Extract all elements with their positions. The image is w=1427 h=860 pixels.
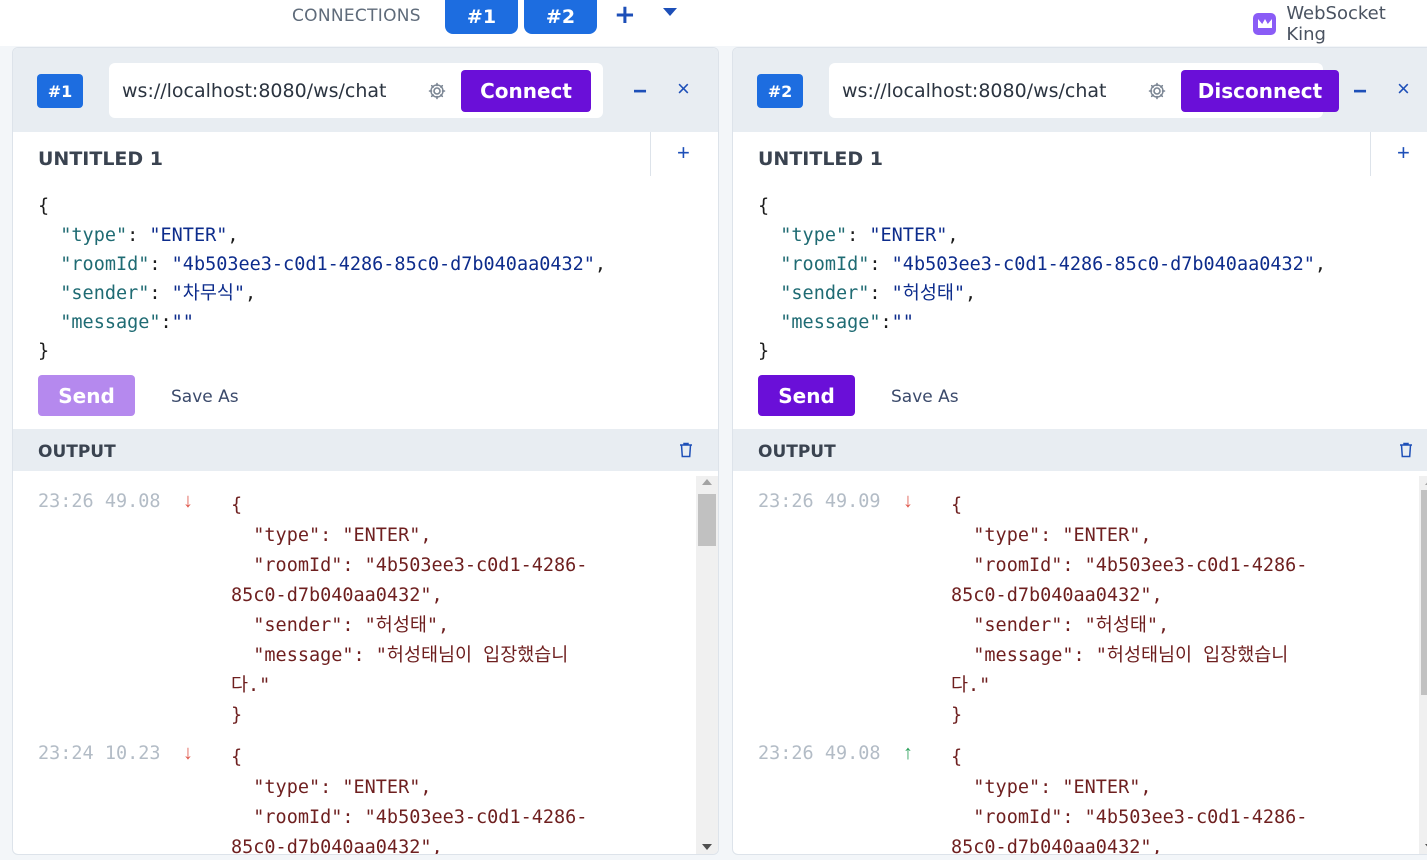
log-message: { "type": "ENTER", "roomId": "4b503ee3-c…: [231, 495, 588, 726]
add-message-button[interactable]: +: [1397, 140, 1410, 166]
log-timestamp: 23:26 49.08: [758, 743, 881, 764]
direction-arrow-icon: ↓: [183, 490, 193, 512]
top-bar: CONNECTIONS #1 #2 + WebSocket King: [0, 0, 1427, 46]
tab-connection-2[interactable]: #2: [524, 0, 597, 34]
trash-icon[interactable]: [1399, 442, 1413, 458]
direction-arrow-icon: ↓: [903, 490, 913, 512]
save-as-button[interactable]: Save As: [171, 387, 239, 407]
close-button[interactable]: ×: [677, 76, 690, 102]
divider: [650, 132, 651, 176]
connection-badge: #2: [757, 74, 803, 108]
add-message-button[interactable]: +: [677, 140, 690, 166]
tab-connection-1[interactable]: #1: [445, 0, 518, 34]
log-timestamp: 23:26 49.09: [758, 491, 881, 512]
trash-icon[interactable]: [679, 442, 693, 458]
minimize-button[interactable]: −: [633, 78, 647, 106]
output-log: 23:26 49.08 ↓ { "type": "ENTER", "roomId…: [13, 471, 718, 855]
connections-label: CONNECTIONS: [292, 6, 421, 26]
connection-bar: #1 ws://localhost:8080/ws/chat Connect −…: [13, 48, 718, 132]
log-message: { "type": "ENTER", "roomId": "4b503ee3-c…: [951, 747, 1308, 855]
scroll-down-icon[interactable]: [702, 844, 712, 850]
chevron-down-icon[interactable]: [663, 8, 677, 16]
output-title: OUTPUT: [38, 442, 116, 462]
scroll-up-icon[interactable]: [702, 479, 712, 485]
gear-icon[interactable]: [427, 81, 447, 101]
save-as-button[interactable]: Save As: [891, 387, 959, 407]
close-button[interactable]: ×: [1397, 76, 1410, 102]
log-message: { "type": "ENTER", "roomId": "4b503ee3-c…: [951, 495, 1308, 726]
direction-arrow-icon: ↑: [903, 742, 913, 764]
connect-toggle-button[interactable]: Connect: [461, 70, 591, 112]
url-box: ws://localhost:8080/ws/chat Disconnect: [829, 63, 1339, 118]
send-button[interactable]: Send: [38, 375, 135, 416]
minimize-button[interactable]: −: [1353, 78, 1367, 106]
message-title[interactable]: UNTITLED 1: [758, 148, 883, 170]
connection-badge: #1: [37, 74, 83, 108]
log-timestamp: 23:24 10.23: [38, 743, 161, 764]
output-title: OUTPUT: [758, 442, 836, 462]
message-editor[interactable]: { "type": "ENTER", "roomId": "4b503ee3-c…: [758, 192, 1326, 366]
url-box: ws://localhost:8080/ws/chat Connect: [109, 63, 603, 118]
message-editor[interactable]: { "type": "ENTER", "roomId": "4b503ee3-c…: [38, 192, 606, 366]
message-header: UNTITLED 1 +: [13, 132, 718, 180]
brand-name: WebSocket King: [1286, 3, 1386, 45]
connection-panel-1: #1 ws://localhost:8080/ws/chat Connect −…: [12, 47, 719, 855]
divider: [1370, 132, 1371, 176]
output-scrollbar[interactable]: [1419, 476, 1427, 854]
connection-bar: #2 ws://localhost:8080/ws/chat Disconnec…: [733, 48, 1427, 132]
url-input[interactable]: ws://localhost:8080/ws/chat: [122, 80, 390, 102]
output-scrollbar[interactable]: [696, 476, 718, 854]
add-connection-button[interactable]: +: [614, 0, 636, 30]
brand: WebSocket King: [1253, 3, 1427, 45]
scroll-thumb[interactable]: [698, 494, 716, 546]
message-title[interactable]: UNTITLED 1: [38, 148, 163, 170]
log-timestamp: 23:26 49.08: [38, 491, 161, 512]
output-header: OUTPUT: [13, 429, 718, 471]
connect-toggle-button[interactable]: Disconnect: [1181, 70, 1339, 112]
output-header: OUTPUT: [733, 429, 1427, 471]
direction-arrow-icon: ↓: [183, 742, 193, 764]
log-message: { "type": "ENTER", "roomId": "4b503ee3-c…: [231, 747, 588, 855]
url-input[interactable]: ws://localhost:8080/ws/chat: [842, 80, 1110, 102]
message-header: UNTITLED 1 +: [733, 132, 1427, 180]
send-button[interactable]: Send: [758, 375, 855, 416]
gear-icon[interactable]: [1147, 81, 1167, 101]
scroll-thumb[interactable]: [1421, 490, 1427, 695]
output-log: 23:26 49.09 ↓ { "type": "ENTER", "roomId…: [733, 471, 1427, 855]
connection-panel-2: #2 ws://localhost:8080/ws/chat Disconnec…: [732, 47, 1427, 855]
crown-logo-icon: [1253, 13, 1277, 35]
